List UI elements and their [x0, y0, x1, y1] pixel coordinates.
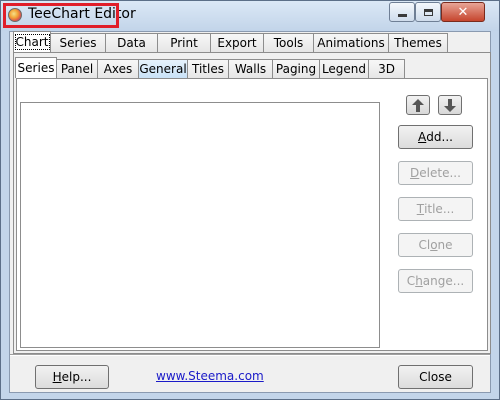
title-bar[interactable]: TeeChart Editor ✕	[1, 1, 499, 31]
tab-export[interactable]: Export	[210, 33, 264, 52]
sub-tab-row: Series Panel Axes General Titles Walls P…	[15, 57, 405, 79]
tab-themes[interactable]: Themes	[388, 33, 448, 52]
subtab-3d[interactable]: 3D	[368, 59, 405, 78]
change-series-button[interactable]: Ch ange...	[398, 269, 473, 293]
subtab-legend[interactable]: Legend	[319, 59, 369, 78]
subtab-series[interactable]: Series	[15, 57, 57, 78]
maximize-icon	[423, 8, 433, 16]
subtab-panel[interactable]: Panel	[56, 59, 98, 78]
arrow-up-icon	[412, 98, 424, 112]
series-list[interactable]	[20, 102, 380, 348]
tab-series[interactable]: Series	[50, 33, 106, 52]
tab-animations[interactable]: Animations	[313, 33, 389, 52]
tab-data[interactable]: Data	[105, 33, 158, 52]
close-icon: ✕	[457, 4, 469, 20]
maximize-button[interactable]	[415, 2, 441, 22]
minimize-icon	[397, 13, 407, 17]
close-button[interactable]: Close	[398, 365, 473, 389]
close-window-button[interactable]: ✕	[441, 2, 485, 22]
title-series-button[interactable]: Title...	[398, 197, 473, 221]
move-up-button[interactable]	[406, 95, 430, 115]
subtab-walls[interactable]: Walls	[228, 59, 273, 78]
subtab-axes[interactable]: Axes	[97, 59, 139, 78]
main-tab-row: Chart Series Data Print Export Tools Ani…	[13, 31, 448, 53]
help-button[interactable]: Help...	[35, 365, 109, 389]
teechart-editor-window: TeeChart Editor ✕ Chart Series Data Prin…	[0, 0, 500, 400]
title-highlight-box	[3, 3, 119, 28]
subtab-titles[interactable]: Titles	[187, 59, 229, 78]
tab-chart[interactable]: Chart	[13, 31, 51, 52]
clone-series-button[interactable]: Cl o ne	[398, 233, 473, 257]
move-down-button[interactable]	[438, 95, 462, 115]
subtab-general[interactable]: General	[138, 59, 188, 78]
footer-separator	[10, 354, 490, 356]
minimize-button[interactable]	[389, 2, 415, 22]
tab-print[interactable]: Print	[157, 33, 211, 52]
subtab-paging[interactable]: Paging	[272, 59, 320, 78]
delete-series-button[interactable]: Delete...	[398, 161, 473, 185]
steema-website-link[interactable]: www.Steema.com	[156, 369, 264, 383]
tab-tools[interactable]: Tools	[263, 33, 314, 52]
add-series-button[interactable]: Add...	[398, 125, 473, 149]
arrow-down-icon	[444, 98, 456, 112]
